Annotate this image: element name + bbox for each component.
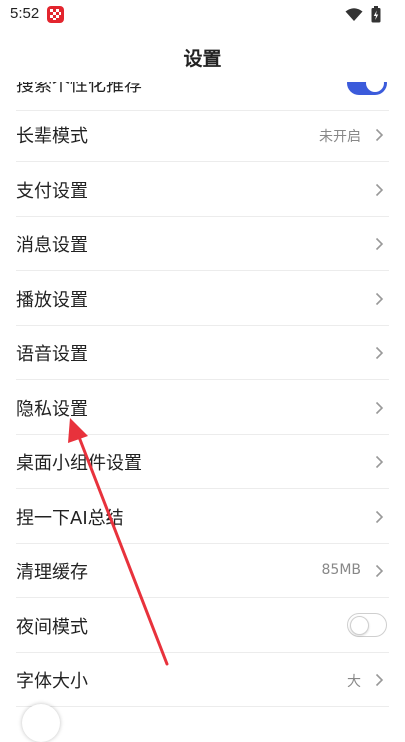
chevron-right-icon: [375, 455, 384, 469]
page-title: 设置: [183, 48, 222, 70]
toggle-knob: [350, 616, 369, 635]
settings-item-value: 未开启: [319, 129, 361, 145]
header: 设置: [0, 30, 405, 82]
settings-item-elder-mode[interactable]: 长辈模式 未开启: [16, 108, 389, 162]
settings-item-label: 语音设置: [16, 344, 88, 365]
battery-icon: [371, 6, 381, 27]
settings-item-payment[interactable]: 支付设置: [16, 163, 389, 217]
settings-item-label: 捏一下AI总结: [16, 508, 124, 529]
settings-item-label: 支付设置: [16, 181, 88, 202]
settings-item-clear-cache[interactable]: 清理缓存 85MB: [16, 544, 389, 598]
settings-item-label: 隐私设置: [16, 399, 88, 420]
settings-item-label: 长辈模式: [16, 126, 88, 147]
chevron-right-icon: [375, 564, 384, 578]
settings-item-label: 夜间模式: [16, 617, 88, 638]
chevron-right-icon: [375, 510, 384, 524]
chevron-right-icon: [375, 401, 384, 415]
status-bar: 5:52: [0, 0, 405, 30]
settings-item-value: 大: [347, 674, 361, 690]
settings-item-voice[interactable]: 语音设置: [16, 326, 389, 380]
settings-item-label: 字体大小: [16, 671, 88, 692]
settings-item-messages[interactable]: 消息设置: [16, 217, 389, 271]
settings-item-label: 播放设置: [16, 290, 88, 311]
settings-item-label: 清理缓存: [16, 562, 88, 583]
chevron-right-icon: [375, 128, 384, 142]
chevron-right-icon: [375, 346, 384, 360]
night-mode-toggle[interactable]: [347, 613, 387, 637]
settings-item-value: 85MB: [321, 562, 362, 578]
chevron-right-icon: [375, 292, 384, 306]
settings-item-privacy[interactable]: 隐私设置: [16, 381, 389, 435]
app-notification-icon: [47, 6, 64, 23]
settings-item-label: 桌面小组件设置: [16, 453, 142, 474]
chevron-right-icon: [375, 673, 384, 687]
wifi-icon: [345, 7, 363, 26]
floating-button[interactable]: [22, 704, 60, 742]
settings-list[interactable]: 搜索个性化推荐 长辈模式 未开启 支付设置 消息设置 播放设置 语音设置 隐私设…: [16, 57, 389, 720]
chevron-right-icon: [375, 183, 384, 197]
settings-item-playback[interactable]: 播放设置: [16, 272, 389, 326]
settings-item-font-size[interactable]: 字体大小 大: [16, 653, 389, 707]
settings-item-label: 消息设置: [16, 235, 88, 256]
settings-item-widgets[interactable]: 桌面小组件设置: [16, 435, 389, 489]
status-time: 5:52: [10, 5, 40, 22]
chevron-right-icon: [375, 237, 384, 251]
settings-item-ai-summary[interactable]: 捏一下AI总结: [16, 490, 389, 544]
settings-item-night-mode[interactable]: 夜间模式: [16, 599, 389, 653]
